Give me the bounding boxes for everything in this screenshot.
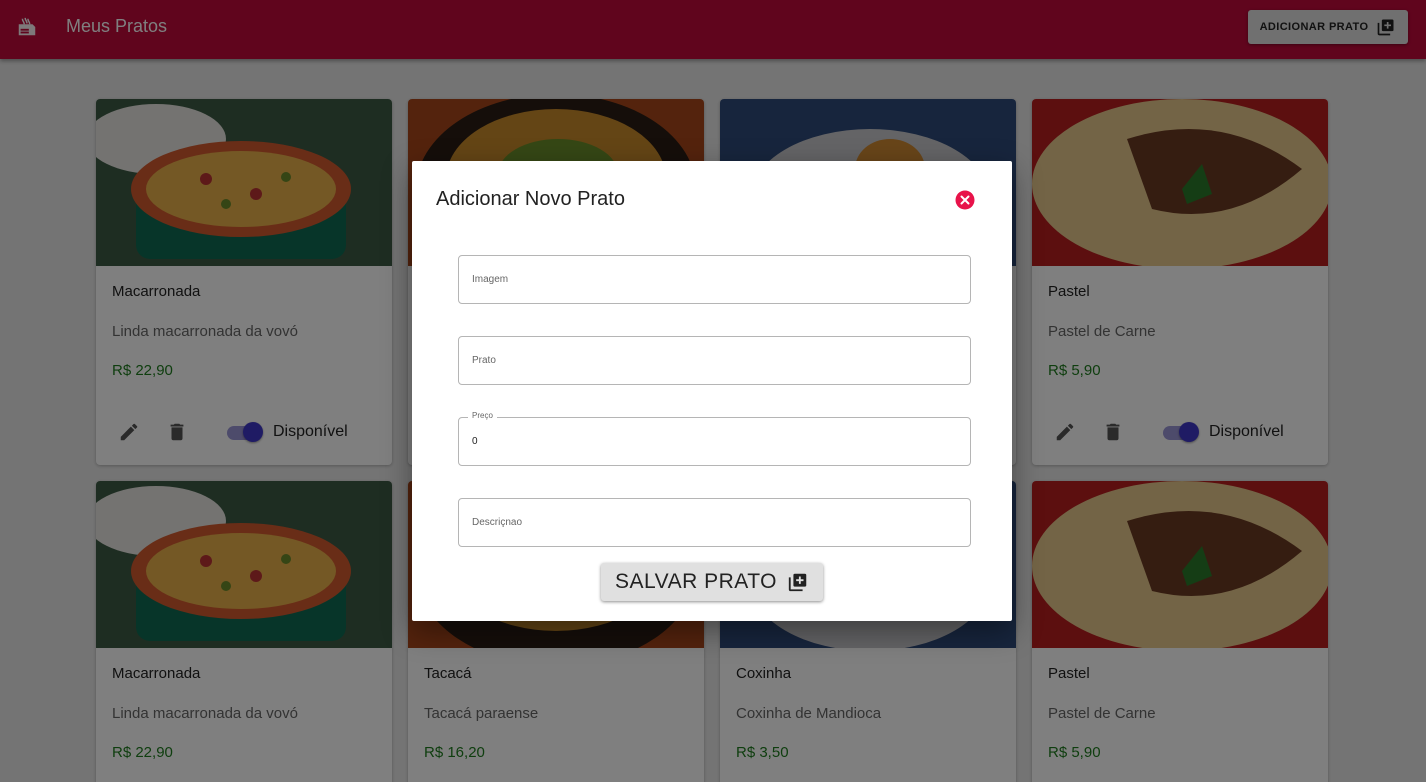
price-field: Preço (458, 411, 971, 466)
description-field (458, 498, 971, 547)
modal-title: Adicionar Novo Prato (436, 188, 625, 210)
add-dish-modal: Adicionar Novo Prato Preço SALVAR PRATO (412, 161, 1012, 621)
price-input[interactable] (472, 418, 952, 465)
save-dish-button[interactable]: SALVAR PRATO (601, 563, 823, 601)
image-field (458, 255, 971, 304)
library-add-icon (788, 573, 807, 592)
save-dish-button-label: SALVAR PRATO (615, 570, 777, 593)
dish-field (458, 336, 971, 385)
description-input[interactable] (472, 499, 952, 546)
dish-input[interactable] (472, 337, 952, 384)
image-input[interactable] (472, 256, 952, 303)
close-circle-icon[interactable] (955, 190, 975, 210)
